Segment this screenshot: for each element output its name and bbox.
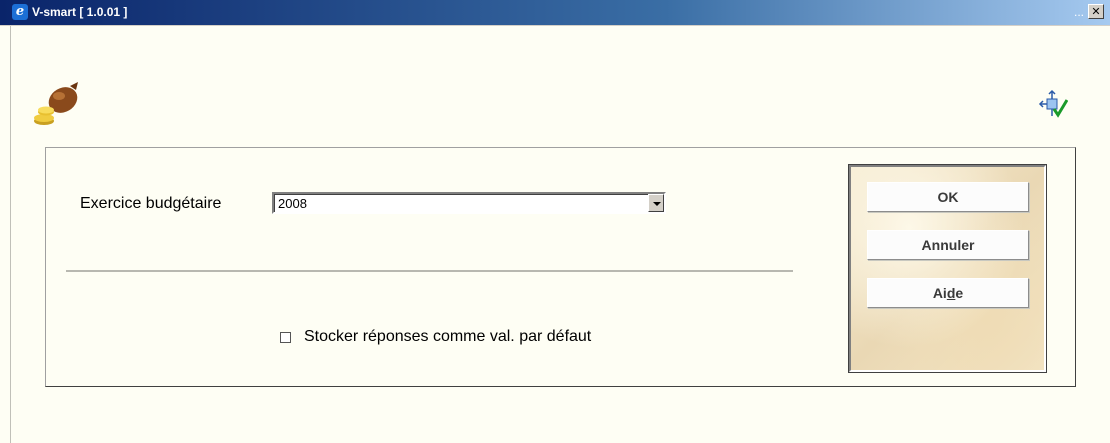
- title-ellipsis: ...: [1073, 5, 1084, 19]
- fiscal-year-value: 2008: [278, 196, 307, 211]
- store-defaults-checkbox[interactable]: [280, 332, 291, 343]
- ok-button[interactable]: OK: [867, 182, 1029, 212]
- fiscal-year-label: Exercice budgétaire: [80, 195, 222, 212]
- store-defaults-label[interactable]: Stocker réponses comme val. par défaut: [304, 328, 591, 346]
- window-titlebar: e V-smart [ 1.0.01 ] ... ✕: [0, 0, 1110, 26]
- close-button[interactable]: ✕: [1088, 4, 1104, 19]
- layout-check-icon[interactable]: [1038, 89, 1068, 119]
- chevron-down-icon[interactable]: [648, 194, 664, 212]
- frame-left-border: [10, 26, 11, 443]
- help-label-pre: Ai: [932, 285, 947, 301]
- ie-icon: e: [12, 4, 28, 20]
- fiscal-year-select[interactable]: 2008: [272, 192, 666, 214]
- help-label-post: e: [955, 285, 964, 301]
- cancel-button[interactable]: Annuler: [867, 230, 1029, 260]
- money-bag-icon: [34, 82, 78, 125]
- divider: [66, 270, 793, 272]
- window-title: V-smart [ 1.0.01 ]: [32, 5, 128, 19]
- help-button[interactable]: Aide: [867, 278, 1029, 308]
